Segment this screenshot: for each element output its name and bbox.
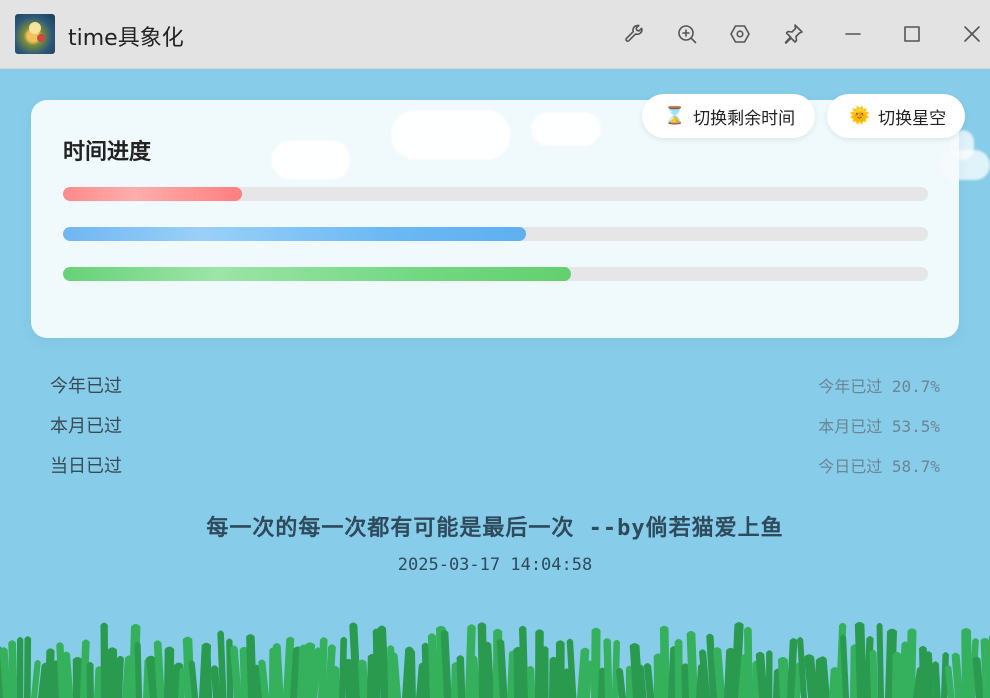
month-value: 本月已过 53.5% (818, 417, 940, 436)
toggle-remaining-label: 切换剩余时间 (693, 108, 796, 129)
current-datetime: 2025-03-17 14:04:58 (397, 555, 593, 575)
grass-blade (744, 626, 753, 698)
card-title: 时间进度 (63, 140, 152, 165)
month-progress-bar (63, 227, 928, 241)
zoom-in-icon[interactable] (673, 20, 701, 48)
sun-icon: 🌞 (849, 105, 871, 126)
month-progress-fill (63, 227, 526, 241)
maximize-icon[interactable] (898, 20, 926, 48)
year-progress-bar (63, 187, 928, 201)
grass-blade (408, 649, 416, 698)
grass-blade (876, 622, 885, 698)
wrench-icon[interactable] (621, 20, 649, 48)
toggle-starry-label: 切换星空 (878, 108, 947, 129)
grass-blade (86, 661, 94, 698)
grass-blade (603, 638, 613, 698)
month-label: 本月已过 (50, 416, 122, 437)
cloud (271, 140, 351, 180)
cloud (391, 110, 511, 160)
title-bar: time具象化 (0, 0, 990, 69)
hourglass-icon: ⌛ (664, 105, 686, 126)
grass-blade (100, 622, 109, 698)
year-value: 今年已过 20.7% (818, 377, 940, 396)
year-label: 今年已过 (50, 376, 122, 397)
toggle-remaining-button[interactable]: ⌛ 切换剩余时间 (642, 94, 815, 138)
progress-card: 时间进度 (31, 100, 959, 338)
pin-icon[interactable] (779, 20, 807, 48)
grass-blade (16, 636, 24, 698)
day-value: 今日已过 58.7% (818, 457, 940, 476)
grass-blade (541, 646, 549, 698)
grass-decoration (0, 622, 990, 698)
settings-hex-icon[interactable] (726, 20, 754, 48)
app-logo-icon (15, 14, 55, 54)
grass-blade (24, 636, 32, 698)
grass-blade (659, 625, 670, 698)
cloud (531, 112, 601, 146)
grass-blade (766, 650, 773, 698)
window-title: time具象化 (68, 26, 184, 51)
quote-text: 每一次的每一次都有可能是最后一次 --by倘若猫爱上鱼 (206, 516, 784, 541)
grass-blade (526, 666, 536, 698)
toggle-starry-button[interactable]: 🌞 切换星空 (827, 94, 965, 138)
grass-blade (331, 666, 340, 698)
close-icon[interactable] (958, 20, 986, 48)
day-label: 当日已过 (50, 456, 122, 477)
minimize-icon[interactable] (839, 20, 867, 48)
year-progress-fill (63, 187, 243, 201)
day-progress-bar (63, 267, 928, 281)
grass-blade (456, 655, 466, 698)
day-progress-fill (63, 267, 571, 281)
grass-blade (869, 649, 878, 698)
